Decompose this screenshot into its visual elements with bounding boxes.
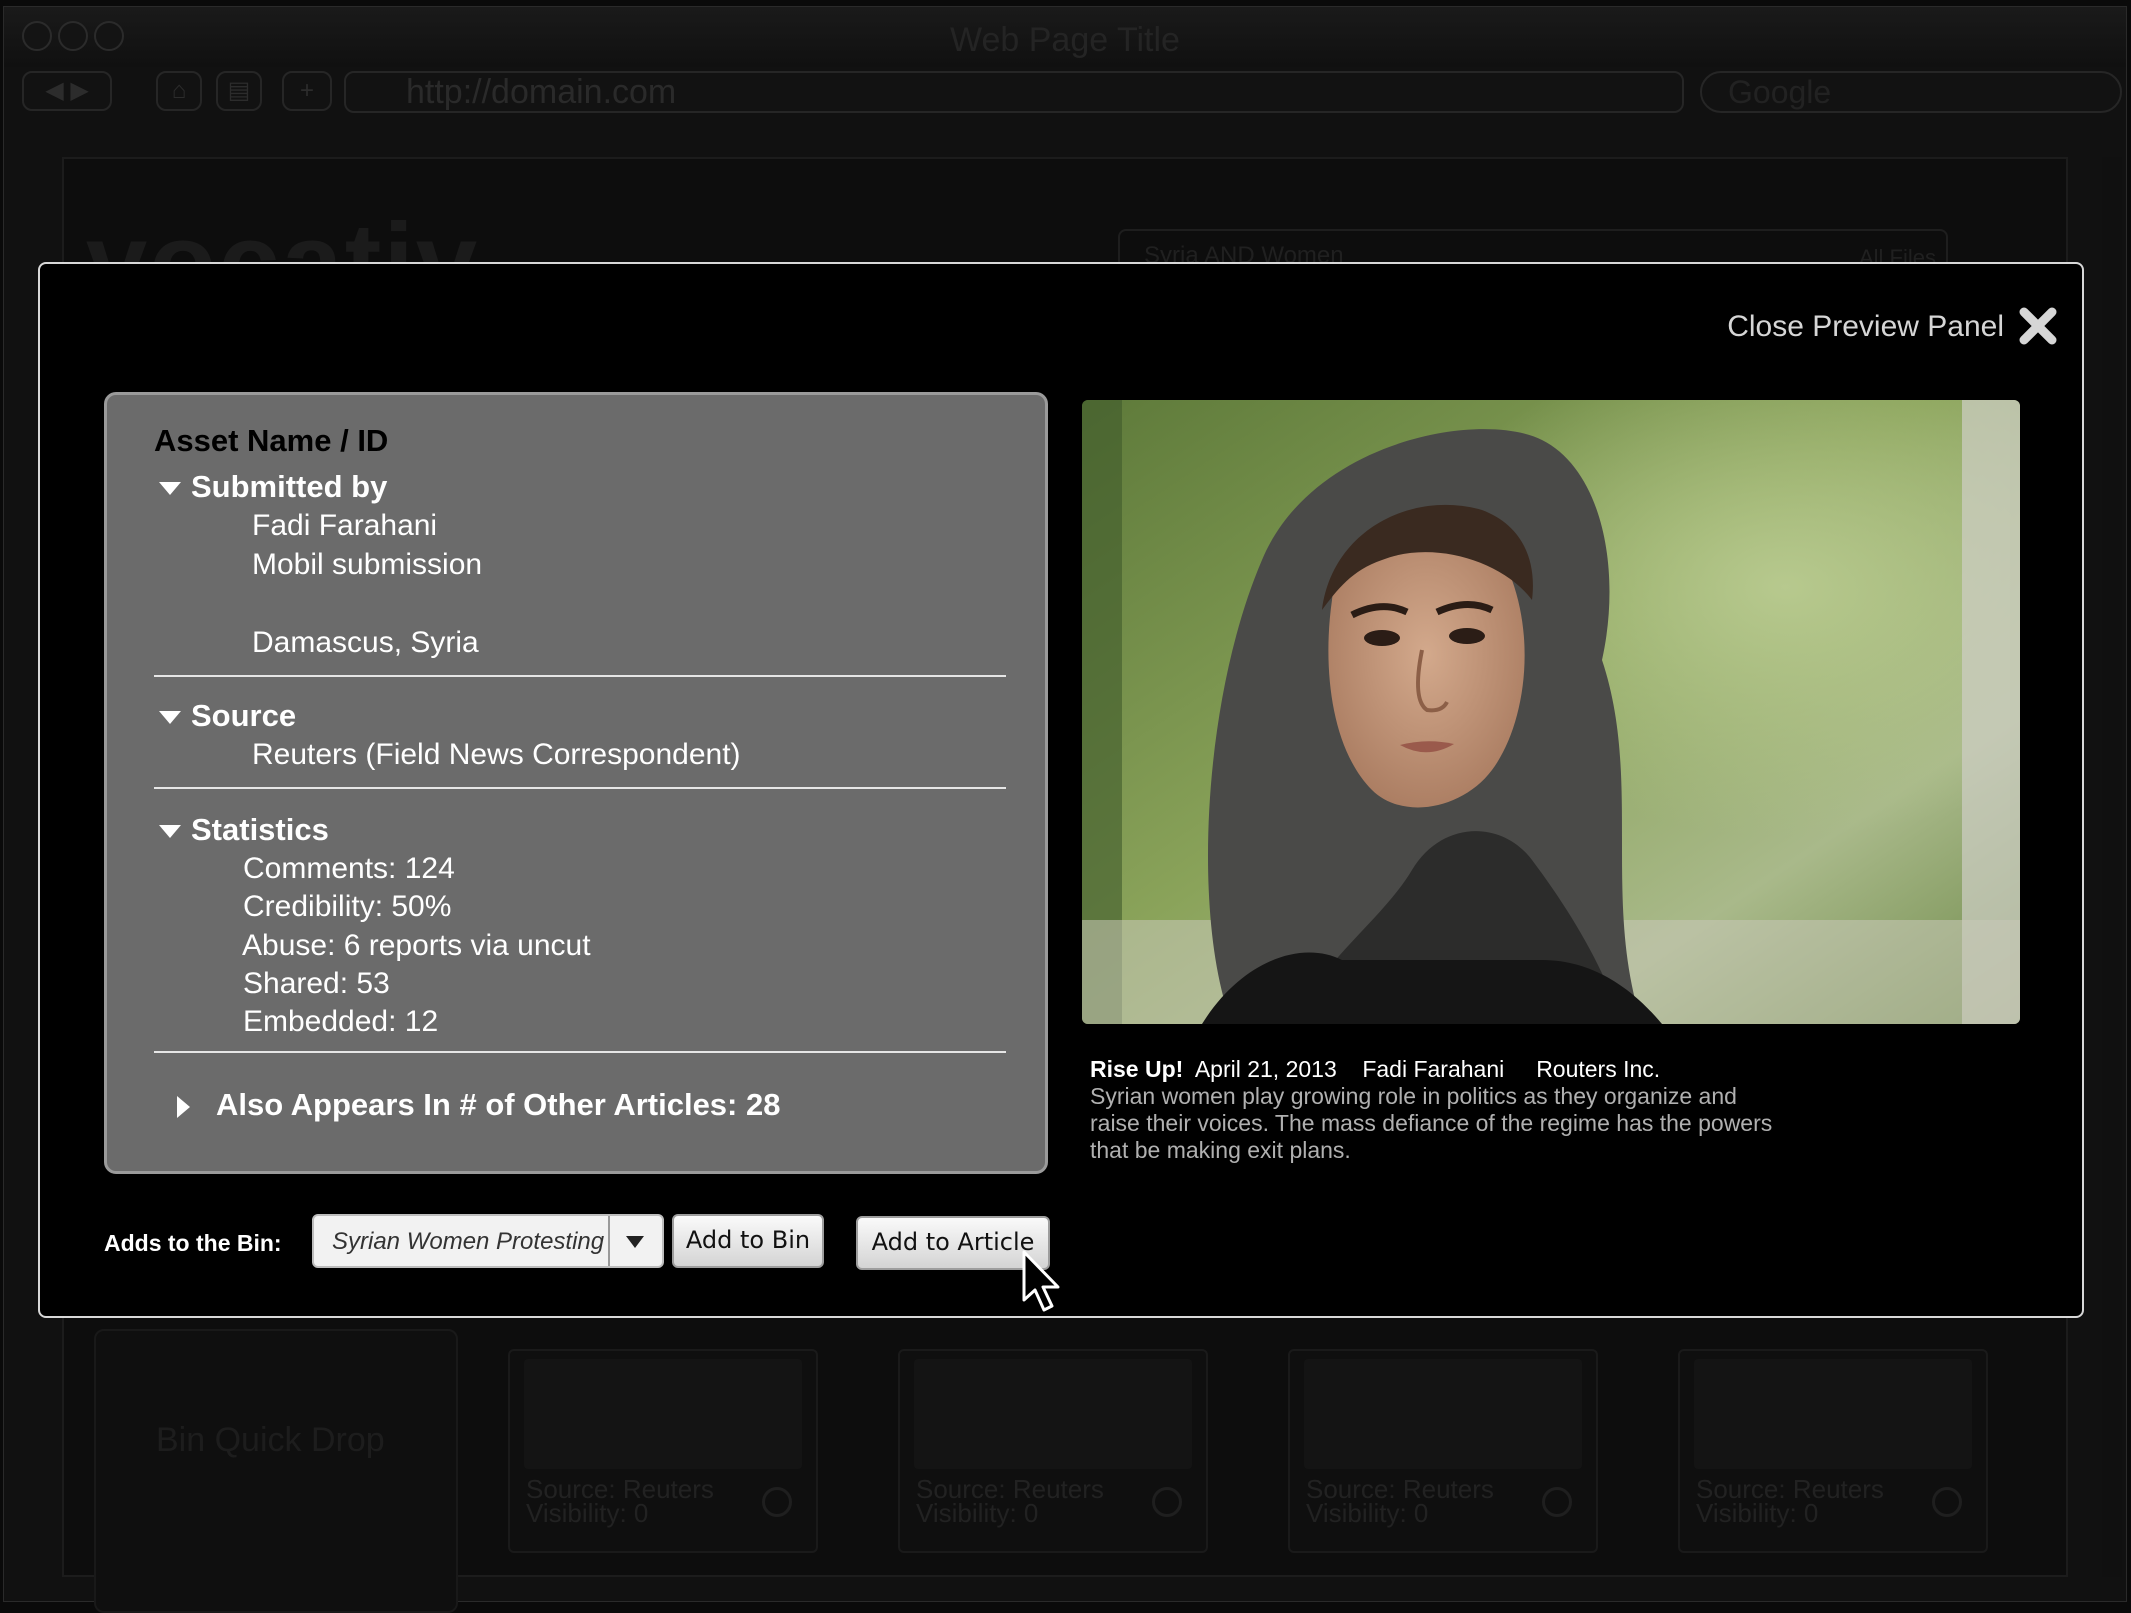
submitted-by-toggle[interactable]: Submitted by: [159, 469, 387, 505]
photo-caption: Rise Up! April 21, 2013 Fadi Farahani Ro…: [1090, 1056, 1790, 1164]
dropdown-toggle[interactable]: [608, 1216, 662, 1266]
print-icon[interactable]: ▤: [216, 71, 262, 111]
dropdown-arrow-icon: [626, 1236, 644, 1248]
submission-method: Mobil submission: [252, 548, 483, 581]
magnifier-icon[interactable]: [1932, 1487, 1962, 1517]
asset-info-panel: Asset Name / ID Submitted by Fadi Faraha…: [104, 392, 1048, 1174]
bin-label: Adds to the Bin:: [104, 1230, 282, 1256]
mouse-pointer-icon: [1022, 1250, 1060, 1312]
bin-select-value: Syrian Women Protesting: [332, 1228, 605, 1255]
section-divider: [154, 675, 1006, 677]
source-toggle[interactable]: Source: [159, 698, 296, 734]
result-thumbnail[interactable]: Source: Reuters Visibility: 0: [1288, 1349, 1598, 1553]
search-bar[interactable]: Google: [1700, 71, 2122, 113]
thumbnail-source: Source: Reuters Visibility: 0: [1306, 1474, 1494, 1528]
disclosure-triangle-icon: [159, 482, 181, 496]
submitted-by-heading: Submitted by: [191, 469, 388, 504]
caption-author: Fadi Farahani: [1362, 1056, 1505, 1082]
stat-comments: Comments: 124: [243, 852, 455, 885]
section-divider: [154, 787, 1006, 789]
stat-abuse: Abuse: 6 reports via uncut: [242, 929, 591, 962]
home-icon[interactable]: ⌂: [156, 71, 202, 111]
result-thumbnail[interactable]: Source: Reuters Visibility: 0: [508, 1349, 818, 1553]
magnifier-icon[interactable]: [1152, 1487, 1182, 1517]
window-title: Web Page Title: [950, 21, 1180, 59]
submission-location: Damascus, Syria: [252, 626, 479, 659]
magnifier-icon[interactable]: [1542, 1487, 1572, 1517]
title-bar: Web Page Title: [4, 7, 2126, 67]
disclosure-triangle-icon: [159, 711, 181, 725]
bin-quick-drop[interactable]: Bin Quick Drop: [94, 1329, 458, 1613]
stat-shared: Shared: 53: [243, 967, 390, 1000]
thumbnail-source: Source: Reuters Visibility: 0: [916, 1474, 1104, 1528]
asset-photo: [1082, 400, 2020, 1024]
bin-quick-drop-label: Bin Quick Drop: [156, 1421, 385, 1459]
also-appears-toggle[interactable]: Also Appears In # of Other Articles: 28: [177, 1087, 780, 1123]
stat-embedded: Embedded: 12: [243, 1005, 439, 1038]
page-scrollbar[interactable]: [2102, 157, 2122, 1577]
disclosure-triangle-icon: [177, 1095, 190, 1118]
thumbnail-image: [914, 1359, 1192, 1469]
browser-toolbar: ◀ ▶ ⌂ ▤ + http://domain.com Google: [4, 67, 2126, 127]
result-thumbnail[interactable]: Source: Reuters Visibility: 0: [1678, 1349, 1988, 1553]
caption-description: Syrian women play growing role in politi…: [1090, 1083, 1773, 1163]
statistics-toggle[interactable]: Statistics: [159, 812, 329, 848]
also-appears-label: Also Appears In # of Other Articles: 28: [216, 1087, 781, 1122]
thumbnail-source: Source: Reuters Visibility: 0: [526, 1474, 714, 1528]
statistics-heading: Statistics: [191, 812, 329, 847]
preview-panel: Close Preview Panel Asset Name / ID Subm…: [38, 262, 2084, 1318]
thumbnail-image: [1694, 1359, 1972, 1469]
section-divider: [154, 1051, 1006, 1053]
url-bar[interactable]: http://domain.com: [344, 71, 1684, 113]
magnifier-icon[interactable]: [762, 1487, 792, 1517]
add-to-bin-button[interactable]: Add to Bin: [672, 1214, 824, 1268]
add-bookmark-icon[interactable]: +: [282, 71, 332, 111]
caption-agency: Routers Inc.: [1536, 1056, 1661, 1082]
back-forward-buttons[interactable]: ◀ ▶: [22, 71, 112, 111]
source-value: Reuters (Field News Correspondent): [252, 738, 741, 771]
thumbnail-image: [524, 1359, 802, 1469]
close-preview-button[interactable]: Close Preview Panel: [1727, 307, 2057, 345]
result-thumbnail[interactable]: Source: Reuters Visibility: 0: [898, 1349, 1208, 1553]
stat-credibility: Credibility: 50%: [243, 890, 452, 923]
source-heading: Source: [191, 698, 297, 733]
close-x-icon[interactable]: [2018, 306, 2058, 346]
submitter-name: Fadi Farahani: [252, 509, 438, 542]
close-preview-label: Close Preview Panel: [1727, 310, 2004, 343]
thumbnail-image: [1304, 1359, 1582, 1469]
caption-date: April 21, 2013: [1194, 1056, 1337, 1082]
bin-select-dropdown[interactable]: Syrian Women Protesting: [312, 1214, 664, 1268]
caption-title: Rise Up!: [1090, 1056, 1184, 1082]
asset-name-heading: Asset Name / ID: [154, 423, 389, 458]
disclosure-triangle-icon: [159, 825, 181, 839]
thumbnail-source: Source: Reuters Visibility: 0: [1696, 1474, 1884, 1528]
